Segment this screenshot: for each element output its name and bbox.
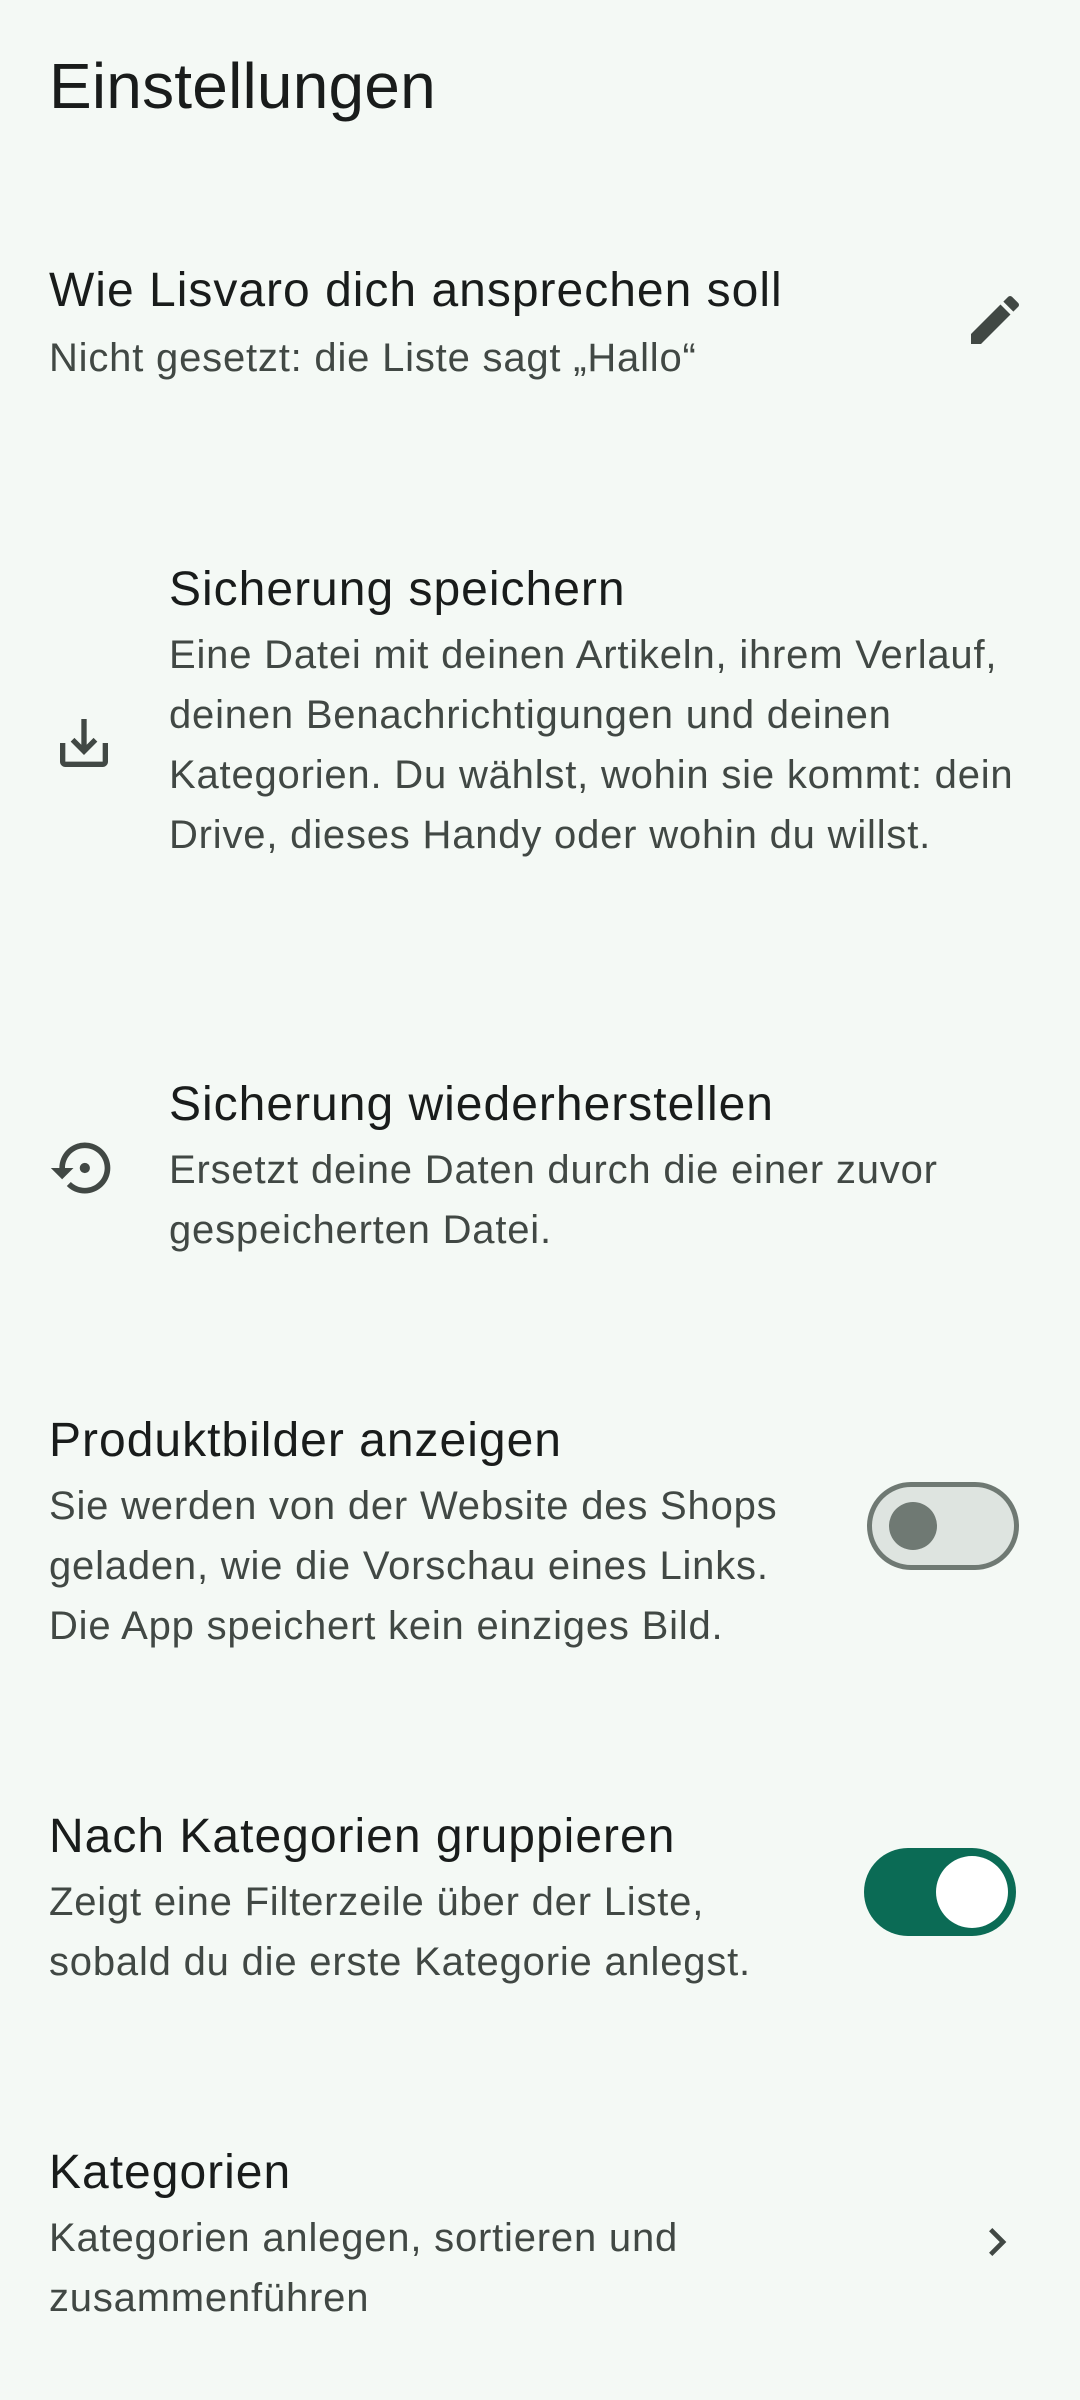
setting-categories-title: Kategorien [49, 2146, 292, 2199]
setting-name-row[interactable]: Wie Lisvaro dich ansprechen soll Nicht g… [0, 256, 1080, 416]
download-icon [44, 703, 124, 783]
chevron-right-icon [965, 2210, 1029, 2274]
setting-product-images-title: Produktbilder anzeigen [49, 1414, 562, 1467]
edit-pencil-icon[interactable] [955, 280, 1035, 360]
setting-categories-row[interactable]: Kategorien Kategorien anlegen, sortieren… [0, 2138, 1080, 2338]
product-images-toggle[interactable] [867, 1482, 1019, 1570]
group-by-category-toggle[interactable] [864, 1848, 1016, 1936]
restore-icon [40, 1126, 124, 1210]
setting-group-by-category-title: Nach Kategorien gruppieren [49, 1810, 676, 1863]
setting-name-description: Nicht gesetzt: die Liste sagt „Hallo“ [49, 336, 697, 380]
page-title: Einstellungen [49, 50, 436, 122]
setting-group-by-category-description: Zeigt eine Filterzeile über der Liste, s… [49, 1880, 751, 1984]
setting-backup-restore-title: Sicherung wiederherstellen [169, 1078, 774, 1131]
setting-backup-save-description: Eine Datei mit deinen Artikeln, ihrem Ve… [169, 633, 1014, 857]
setting-categories-description: Kategorien anlegen, sortieren und zusamm… [49, 2216, 679, 2320]
setting-backup-restore-row[interactable]: Sicherung wiederherstellen Ersetzt deine… [0, 1070, 1080, 1270]
setting-backup-restore-description: Ersetzt deine Daten durch die einer zuvo… [169, 1148, 938, 1252]
setting-group-by-category-row[interactable]: Nach Kategorien gruppieren Zeigt eine Fi… [0, 1802, 1080, 2002]
setting-product-images-row[interactable]: Produktbilder anzeigen Sie werden von de… [0, 1406, 1080, 1666]
setting-backup-save-row[interactable]: Sicherung speichern Eine Datei mit deine… [0, 555, 1080, 925]
toggle-knob [889, 1502, 937, 1550]
toggle-knob [936, 1856, 1008, 1928]
setting-product-images-description: Sie werden von der Website des Shops gel… [49, 1484, 778, 1648]
setting-backup-save-title: Sicherung speichern [169, 563, 626, 616]
setting-name-title: Wie Lisvaro dich ansprechen soll [49, 264, 783, 317]
